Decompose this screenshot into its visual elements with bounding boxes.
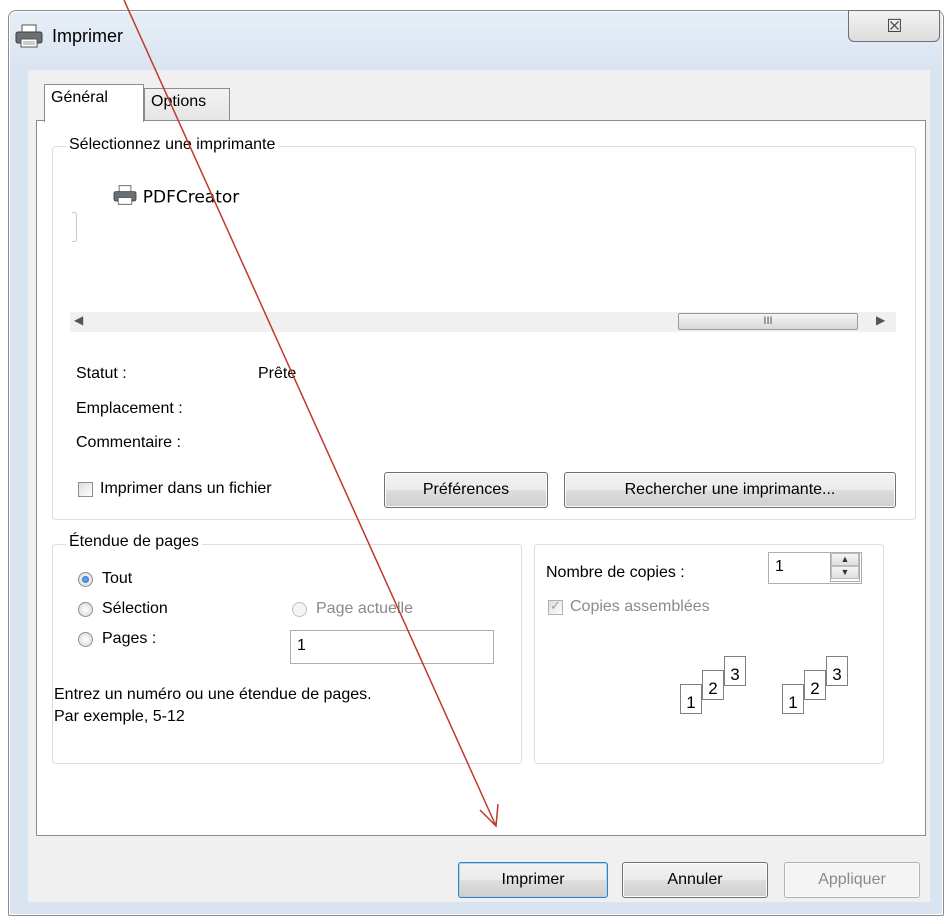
page-number: 2	[708, 679, 718, 698]
page-icon: 1	[680, 684, 702, 714]
location-label: Emplacement :	[76, 400, 183, 417]
printer-item-pdfcreator[interactable]: PDFCreator	[112, 184, 239, 211]
tab-options-label: Options	[151, 93, 207, 110]
copies-count-label: Nombre de copies :	[546, 564, 685, 581]
radio-current-page-label: Page actuelle	[316, 600, 413, 617]
comment-label: Commentaire :	[76, 434, 181, 451]
printer-selection-legend: Sélectionnez une imprimante	[66, 136, 279, 154]
scroll-right-icon[interactable]: ▶	[876, 313, 885, 327]
collate-label: Copies assemblées	[570, 598, 710, 615]
radio-pages[interactable]	[78, 632, 93, 647]
page-icon: 3	[826, 656, 848, 686]
cancel-button[interactable]: Annuler	[622, 862, 768, 898]
window-title: Imprimer	[52, 26, 123, 46]
spin-up-icon[interactable]: ▲	[831, 553, 859, 566]
print-to-file-checkbox[interactable]	[78, 482, 93, 497]
horizontal-scrollbar[interactable]: ◀ III ▶	[70, 312, 896, 332]
tab-general-label: Général	[51, 89, 108, 106]
preferences-button[interactable]: Préférences	[384, 472, 548, 508]
print-button[interactable]: Imprimer	[458, 862, 608, 898]
print-to-file-label: Imprimer dans un fichier	[100, 480, 272, 497]
list-item-fragment	[72, 212, 77, 242]
apply-button[interactable]: Appliquer	[784, 862, 920, 898]
page-range-hint-line1: Entrez un numéro ou une étendue de pages…	[54, 686, 372, 703]
page-number: 1	[788, 693, 798, 712]
page-icon: 1	[782, 684, 804, 714]
find-printer-button[interactable]: Rechercher une imprimante...	[564, 472, 896, 508]
scroll-thumb[interactable]: III	[678, 313, 858, 330]
tab-options[interactable]: Options	[144, 88, 230, 122]
close-icon: ☒	[886, 15, 902, 36]
page-number: 2	[810, 679, 820, 698]
radio-pages-label: Pages :	[102, 630, 157, 647]
page-icon: 2	[804, 670, 826, 700]
page-range-hint-line2: Par exemple, 5-12	[54, 708, 185, 725]
page-icon: 3	[724, 656, 746, 686]
copies-spinner[interactable]: ▲ ▼	[830, 552, 860, 582]
radio-selection-label: Sélection	[102, 600, 168, 617]
radio-all-pages[interactable]	[78, 572, 93, 587]
spin-down-icon[interactable]: ▼	[831, 566, 859, 579]
pages-input[interactable]: 1	[290, 630, 494, 664]
status-value: Prête	[258, 365, 297, 382]
tab-general[interactable]: Général	[44, 84, 144, 122]
page-number: 3	[730, 665, 740, 684]
page-number: 1	[686, 693, 696, 712]
checkmark-icon: ✓	[550, 598, 561, 613]
printer-icon	[112, 184, 138, 211]
close-button[interactable]: ☒	[848, 10, 940, 42]
status-label: Statut :	[76, 365, 127, 382]
copies-count-value: 1	[775, 558, 784, 575]
radio-selection[interactable]	[78, 602, 93, 617]
collate-checkbox[interactable]: ✓	[548, 598, 563, 615]
page-icon: 2	[702, 670, 724, 700]
scroll-left-icon[interactable]: ◀	[74, 313, 83, 327]
radio-current-page[interactable]	[292, 602, 307, 617]
radio-all-pages-label: Tout	[102, 570, 133, 587]
scroll-thumb-grip: III	[763, 315, 773, 327]
printer-icon	[14, 23, 44, 49]
page-number: 3	[832, 665, 842, 684]
page-range-legend: Étendue de pages	[66, 533, 202, 551]
printer-name: PDFCreator	[142, 187, 240, 208]
